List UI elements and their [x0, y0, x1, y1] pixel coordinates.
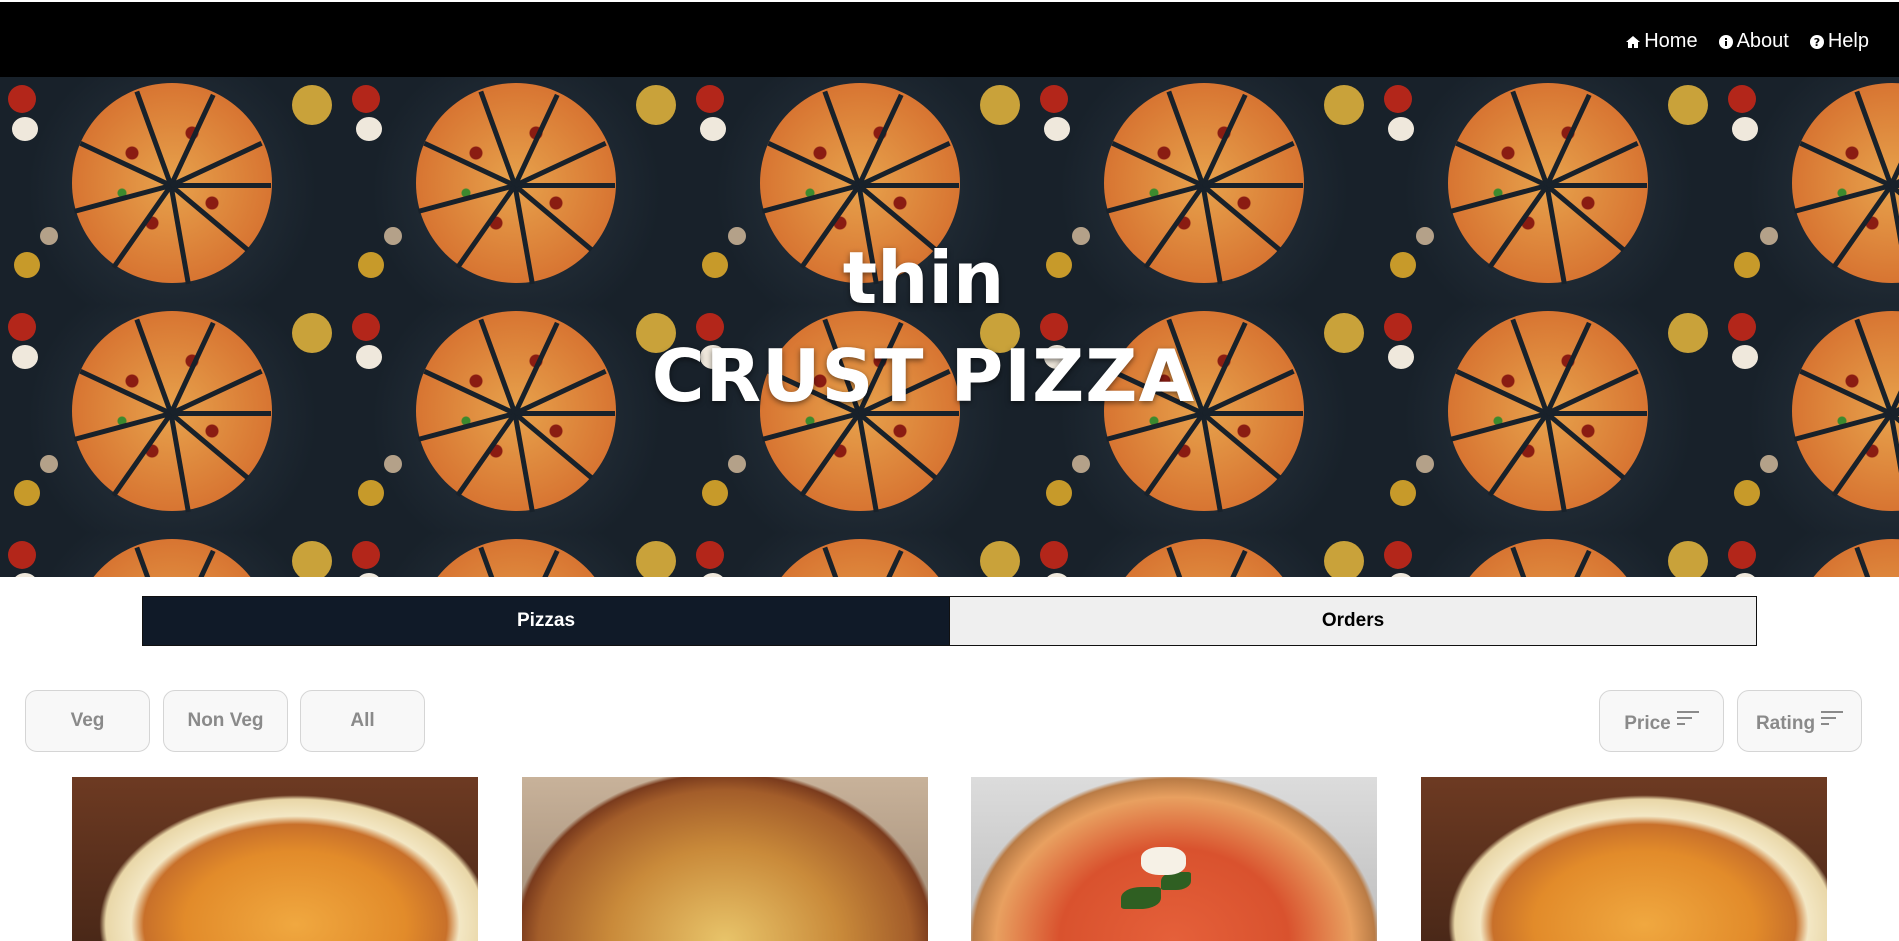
hero-tile: [344, 533, 688, 577]
garnish-graphic: [384, 455, 402, 473]
garnish-graphic: [356, 117, 382, 141]
garnish-graphic: [1760, 455, 1778, 473]
garnish-graphic: [1728, 85, 1756, 113]
garnish-graphic: [1728, 541, 1756, 569]
pizza-card[interactable]: [1421, 777, 1827, 941]
slice-cut: [515, 183, 615, 188]
garnish-graphic: [356, 573, 382, 577]
home-icon: [1626, 35, 1641, 48]
garnish-graphic: [980, 541, 1020, 577]
main-tabs: Pizzas Orders: [142, 596, 1757, 646]
pizza-image: [72, 777, 478, 941]
garnish-graphic: [1324, 85, 1364, 125]
garnish-graphic: [1046, 480, 1072, 506]
pizza-image: [1421, 777, 1827, 941]
hero-banner: thin CRUST PIZZA: [0, 77, 1899, 577]
garnish-graphic: [980, 85, 1020, 125]
hero-tile: [1376, 533, 1720, 577]
tab-orders[interactable]: Orders: [949, 597, 1756, 645]
nav-help-link[interactable]: ? Help: [1809, 30, 1869, 53]
garnish-graphic: [1390, 480, 1416, 506]
nav-home-link[interactable]: Home: [1625, 30, 1698, 53]
garnish-graphic: [700, 573, 726, 577]
sort-rating-button[interactable]: Rating: [1737, 690, 1862, 752]
garnish-graphic: [1040, 85, 1068, 113]
hero-title: thin CRUST PIZZA: [0, 242, 1899, 412]
garnish-graphic: [292, 541, 332, 577]
garnish-graphic: [12, 573, 38, 577]
garnish-graphic: [40, 455, 58, 473]
garnish-graphic: [352, 85, 380, 113]
info-icon: [1718, 34, 1733, 49]
garnish-graphic: [1388, 117, 1414, 141]
pizza-graphic: [416, 539, 616, 577]
hero-title-line2: CRUST PIZZA: [651, 334, 1196, 418]
garnish-graphic: [1324, 541, 1364, 577]
pizza-graphic: [72, 539, 272, 577]
nav-about-link[interactable]: About: [1718, 30, 1789, 53]
nav-help-label: Help: [1827, 30, 1869, 52]
sort-price-button[interactable]: Price: [1599, 690, 1724, 752]
hero-title-line1: thin: [842, 236, 1005, 320]
garnish-graphic: [728, 455, 746, 473]
garnish-graphic: [1732, 117, 1758, 141]
tab-pizzas[interactable]: Pizzas: [143, 597, 949, 645]
garnish-graphic: [1416, 455, 1434, 473]
hero-tile: [0, 533, 344, 577]
pizza-card[interactable]: [522, 777, 928, 941]
pizza-image: [522, 777, 928, 941]
garnish-graphic: [14, 480, 40, 506]
nav-about-label: About: [1736, 30, 1789, 52]
garnish-graphic: [1040, 541, 1068, 569]
garnish-graphic: [696, 541, 724, 569]
pizza-graphic: [1792, 539, 1899, 577]
pizza-graphic: [760, 539, 960, 577]
garnish-graphic: [1044, 573, 1070, 577]
hero-tile: [1720, 533, 1899, 577]
garnish-graphic: [358, 480, 384, 506]
sort-icon: [1676, 711, 1699, 727]
garnish-graphic: [636, 85, 676, 125]
pizza-graphic: [1104, 539, 1304, 577]
svg-text:?: ?: [1814, 36, 1820, 49]
garnish-graphic: [1668, 85, 1708, 125]
pizza-card[interactable]: [971, 777, 1377, 941]
slice-cut: [171, 183, 271, 188]
garnish-graphic: [292, 85, 332, 125]
nav-home-label: Home: [1644, 30, 1698, 52]
pizza-image: [971, 777, 1377, 941]
garnish-graphic: [696, 85, 724, 113]
garnish-graphic: [8, 85, 36, 113]
garnish-graphic: [1734, 480, 1760, 506]
garnish-graphic: [12, 117, 38, 141]
garnish-graphic: [1044, 117, 1070, 141]
filter-veg-button[interactable]: Veg: [25, 690, 150, 752]
hero-tile: [1032, 533, 1376, 577]
filter-all-button[interactable]: All: [300, 690, 425, 752]
garnish-graphic: [636, 541, 676, 577]
sort-icon: [1821, 711, 1844, 727]
garnish-graphic: [1384, 85, 1412, 113]
garnish-graphic: [702, 480, 728, 506]
pizza-graphic: [1448, 539, 1648, 577]
garnish-graphic: [1732, 573, 1758, 577]
slice-cut: [1203, 183, 1303, 188]
sort-price-label: Price: [1624, 713, 1671, 734]
garnish-graphic: [8, 541, 36, 569]
garnish-graphic: [1384, 541, 1412, 569]
filter-non-veg-button[interactable]: Non Veg: [163, 690, 288, 752]
nav-links: Home About ? Help: [1625, 30, 1869, 53]
top-navbar: Home About ? Help: [0, 0, 1899, 77]
slice-cut: [1547, 183, 1647, 188]
garnish-graphic: [1388, 573, 1414, 577]
garnish-graphic: [1668, 541, 1708, 577]
sort-rating-label: Rating: [1755, 713, 1816, 734]
help-icon: ?: [1809, 34, 1824, 49]
garnish-graphic: [700, 117, 726, 141]
pizza-card[interactable]: [72, 777, 478, 941]
hero-tile: [688, 533, 1032, 577]
slice-cut: [859, 183, 959, 188]
garnish-graphic: [352, 541, 380, 569]
garnish-graphic: [1072, 455, 1090, 473]
